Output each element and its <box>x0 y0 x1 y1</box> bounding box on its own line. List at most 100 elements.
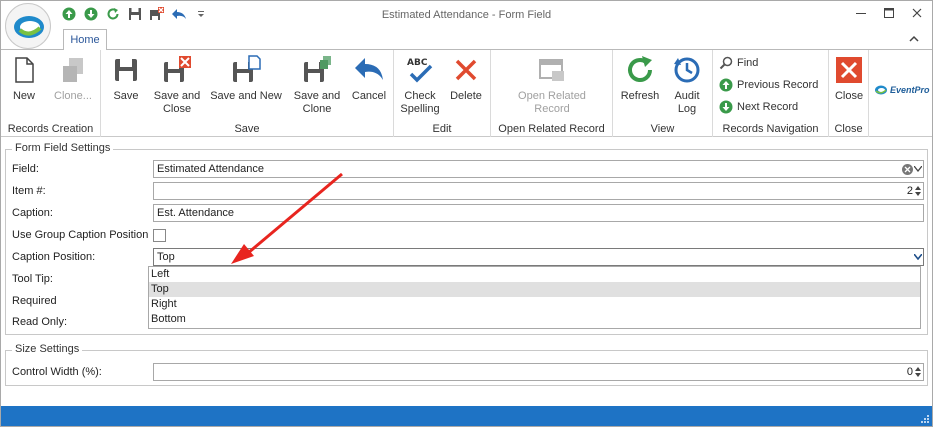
use-group-caption-position-label: Use Group Caption Position <box>12 229 149 241</box>
next-record-button[interactable]: Next Record <box>719 98 798 116</box>
close-window-icon[interactable] <box>910 6 924 20</box>
size-settings-group: Size Settings Control Width (%): 0 <box>5 343 928 386</box>
clone-button[interactable]: Clone... <box>49 54 97 103</box>
app-logo[interactable] <box>5 3 51 49</box>
ribbon-group-save: Save Save and Close Save and New Save an… <box>101 50 394 137</box>
field-row: Field: Estimated Attendance <box>12 160 924 178</box>
previous-record-label: Previous Record <box>737 79 819 91</box>
minimize-icon[interactable] <box>854 6 868 20</box>
dropdown-option-right[interactable]: Right <box>149 297 920 312</box>
ribbon-group-label: Records Navigation <box>722 123 819 135</box>
clear-icon[interactable] <box>902 164 913 175</box>
group-title: Form Field Settings <box>12 142 114 154</box>
control-width-value: 0 <box>906 366 913 378</box>
ribbon: New Clone... Records Creation Save Save … <box>1 49 932 137</box>
collapse-ribbon-icon[interactable] <box>908 33 920 45</box>
spinner-arrows-icon[interactable] <box>914 184 922 198</box>
ribbon-group-label: Open Related Record <box>498 123 605 135</box>
ribbon-group-label: Edit <box>432 123 452 135</box>
delete-button[interactable]: Delete <box>446 54 486 103</box>
status-bar <box>1 406 932 426</box>
use-group-caption-position-checkbox[interactable] <box>153 229 166 242</box>
tab-home[interactable]: Home <box>63 29 107 50</box>
required-label: Required <box>12 295 57 307</box>
chevron-down-icon[interactable] <box>914 254 922 260</box>
cancel-button[interactable]: Cancel <box>349 54 389 103</box>
ribbon-group-open-related: Open Related Record Open Related Record <box>491 50 613 137</box>
refresh-button[interactable]: Refresh <box>617 54 663 103</box>
svg-text:ABC: ABC <box>407 58 428 68</box>
field-combo[interactable]: Estimated Attendance <box>153 160 924 178</box>
close-button[interactable]: Close <box>831 54 867 103</box>
close-button-label: Close <box>834 90 864 102</box>
control-width-row: Control Width (%): 0 <box>12 363 924 381</box>
audit-log-button[interactable]: Audit Log <box>669 54 705 116</box>
caption-position-value: Top <box>157 251 175 263</box>
new-button[interactable]: New <box>7 54 41 103</box>
delete-button-label: Delete <box>450 90 482 102</box>
save-and-clone-button[interactable]: Save and Clone <box>291 54 343 116</box>
caption-row: Caption: Est. Attendance <box>12 204 924 222</box>
caption-position-row: Caption Position: Top <box>12 248 924 266</box>
save-and-new-icon <box>233 55 261 82</box>
tool-tip-label: Tool Tip: <box>12 273 53 285</box>
chevron-down-icon[interactable] <box>914 166 922 172</box>
item-number-label: Item #: <box>12 185 46 197</box>
save-and-close-button[interactable]: Save and Close <box>151 54 203 116</box>
open-related-icon <box>539 59 564 81</box>
spinner-arrows-icon[interactable] <box>914 365 922 379</box>
delete-icon <box>455 59 477 81</box>
item-number-value: 2 <box>906 185 913 197</box>
read-only-label: Read Only: <box>12 316 68 328</box>
search-icon <box>719 56 733 70</box>
use-group-caption-position-row: Use Group Caption Position <box>12 226 924 244</box>
audit-log-label-line2: Log <box>677 103 697 115</box>
new-document-icon <box>15 57 34 83</box>
ribbon-group-label: Records Creation <box>7 123 94 135</box>
ribbon-group-records-creation: New Clone... Records Creation <box>1 50 101 137</box>
item-number-row: Item #: 2 <box>12 182 924 200</box>
check-spelling-button[interactable]: ABC Check Spelling <box>400 54 440 116</box>
eventpro-logo: EventPro <box>874 84 930 96</box>
save-button[interactable]: Save <box>107 54 145 103</box>
save-and-new-label: Save and New <box>210 90 282 102</box>
check-spelling-label-line2: Spelling <box>400 103 440 115</box>
caption-input[interactable]: Est. Attendance <box>153 204 924 222</box>
control-width-spinner[interactable]: 0 <box>153 363 924 381</box>
ribbon-group-records-navigation: Find Previous Record Next Record Records… <box>713 50 829 137</box>
save-and-new-button[interactable]: Save and New <box>209 54 283 103</box>
previous-record-button[interactable]: Previous Record <box>719 76 818 94</box>
save-and-clone-label-line2: Clone <box>302 103 332 115</box>
check-spelling-label-line1: Check <box>404 90 436 102</box>
dropdown-option-bottom[interactable]: Bottom <box>149 312 920 327</box>
find-button[interactable]: Find <box>719 54 758 72</box>
caption-position-dropdown-list: Left Top Right Bottom <box>148 266 921 329</box>
clone-button-label: Clone... <box>54 90 92 102</box>
ribbon-tab-row: Home <box>1 29 932 50</box>
find-label: Find <box>737 57 759 69</box>
refresh-button-label: Refresh <box>620 90 660 102</box>
caption-position-select[interactable]: Top <box>153 248 924 266</box>
field-value: Estimated Attendance <box>157 163 265 175</box>
open-related-record-button[interactable]: Open Related Record <box>509 54 595 116</box>
save-and-close-icon <box>164 56 191 82</box>
caption-value: Est. Attendance <box>157 207 235 219</box>
ribbon-group-label: Close <box>834 123 863 135</box>
eventpro-logo-text: EventPro <box>890 85 930 95</box>
dropdown-option-top[interactable]: Top <box>149 282 920 297</box>
control-width-label: Control Width (%): <box>12 366 102 378</box>
audit-log-icon <box>674 57 700 83</box>
audit-log-label-line1: Audit <box>674 90 700 102</box>
arrow-up-circle-icon <box>719 78 733 92</box>
item-number-spinner[interactable]: 2 <box>153 182 924 200</box>
maximize-icon[interactable] <box>882 6 896 20</box>
dropdown-option-left[interactable]: Left <box>149 267 920 282</box>
window-controls <box>854 6 924 20</box>
refresh-icon <box>628 56 652 82</box>
eventpro-logo-icon <box>875 85 887 95</box>
close-icon <box>836 57 862 83</box>
ribbon-group-label: Save <box>234 123 260 135</box>
resize-grip-icon[interactable] <box>921 415 929 423</box>
title-bar: Estimated Attendance - Form Field <box>1 1 932 49</box>
save-and-clone-label-line1: Save and <box>293 90 341 102</box>
